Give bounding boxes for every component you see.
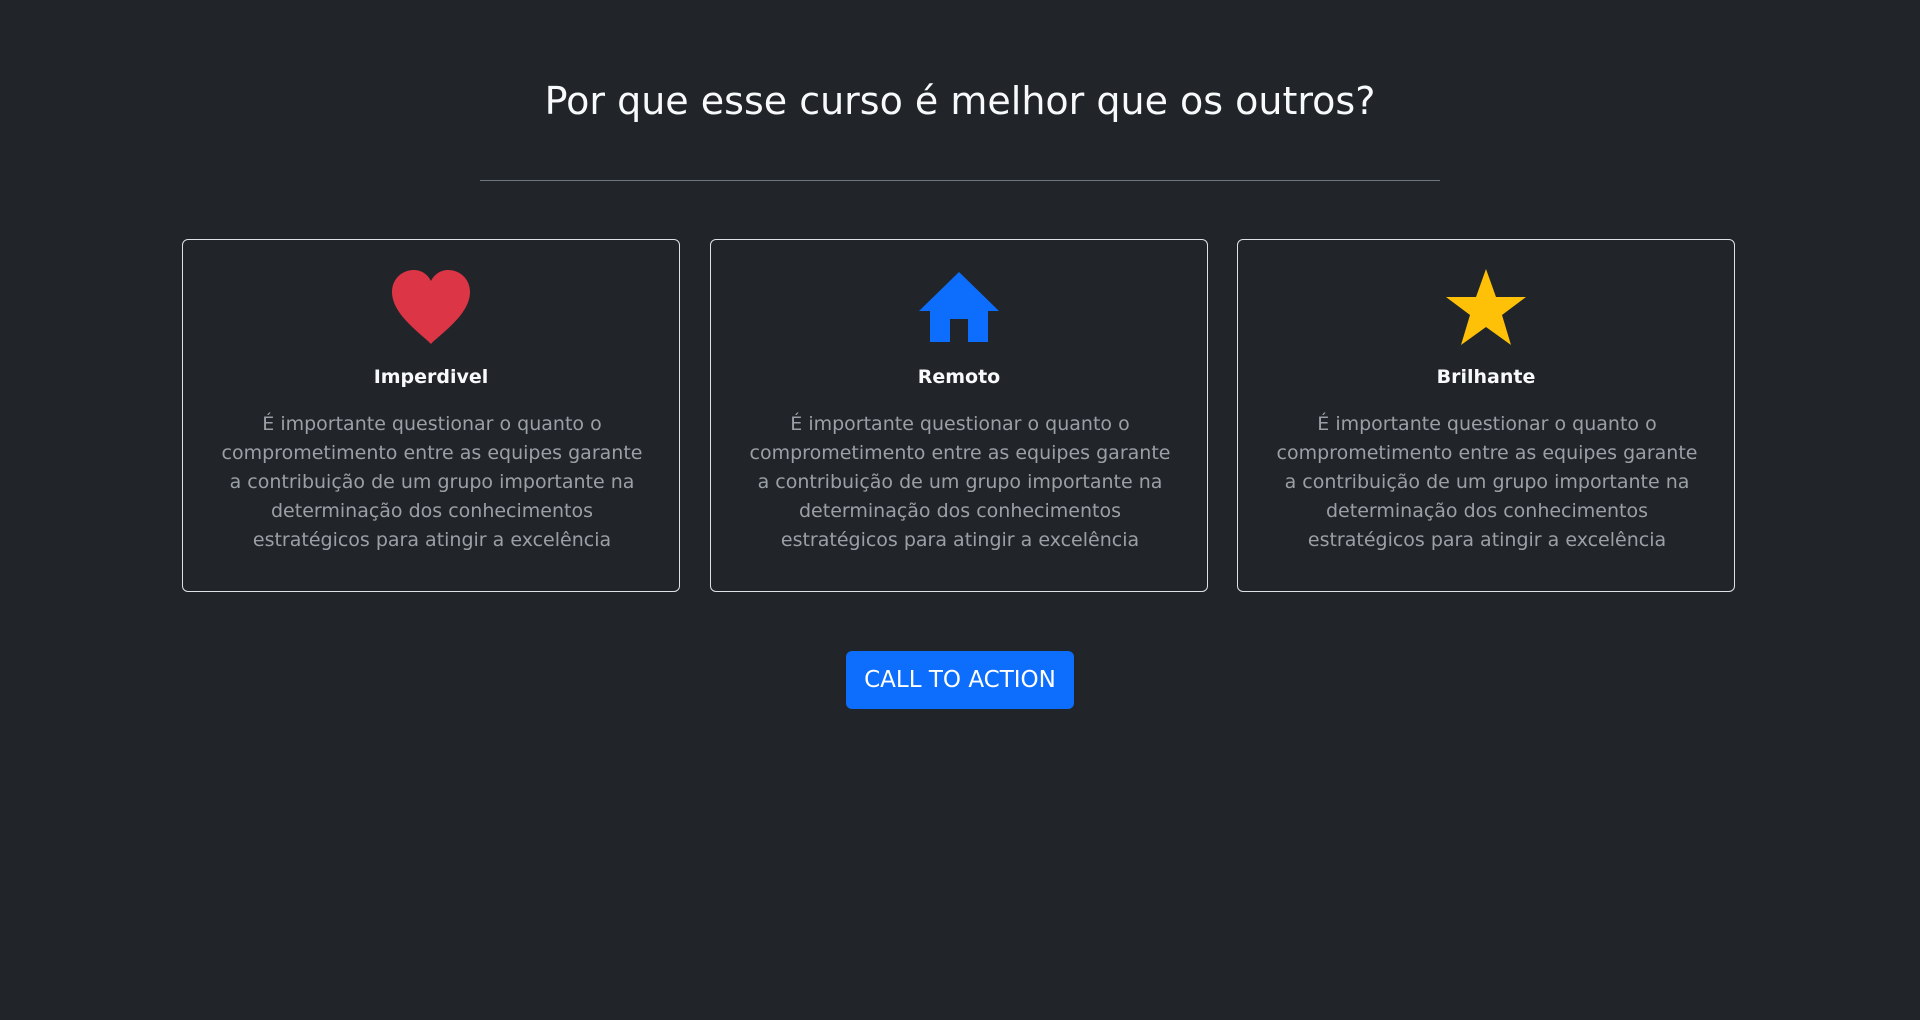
- section-title: Por que esse curso é melhor que os outro…: [544, 79, 1376, 123]
- house-icon: [711, 267, 1207, 347]
- card-description: É importante questionar o quanto o compr…: [221, 413, 643, 551]
- star-icon: [1238, 267, 1734, 347]
- card-title: Imperdivel: [373, 366, 489, 388]
- card-description: É importante questionar o quanto o compr…: [749, 413, 1171, 551]
- feature-cards: Imperdivel É importante questionar o qua…: [182, 239, 1738, 594]
- feature-card-brilhante: Brilhante É importante questionar o quan…: [1237, 239, 1735, 592]
- page: Por que esse curso é melhor que os outro…: [0, 0, 1920, 1020]
- call-to-action-button[interactable]: CALL TO ACTION: [846, 651, 1074, 709]
- card-title: Remoto: [917, 366, 1001, 388]
- heart-icon: [183, 267, 679, 347]
- divider: [480, 180, 1440, 181]
- card-title: Brilhante: [1436, 366, 1536, 388]
- feature-card-remoto: Remoto É importante questionar o quanto …: [710, 239, 1208, 592]
- feature-card-imperdivel: Imperdivel É importante questionar o qua…: [182, 239, 680, 592]
- card-description: É importante questionar o quanto o compr…: [1276, 413, 1698, 551]
